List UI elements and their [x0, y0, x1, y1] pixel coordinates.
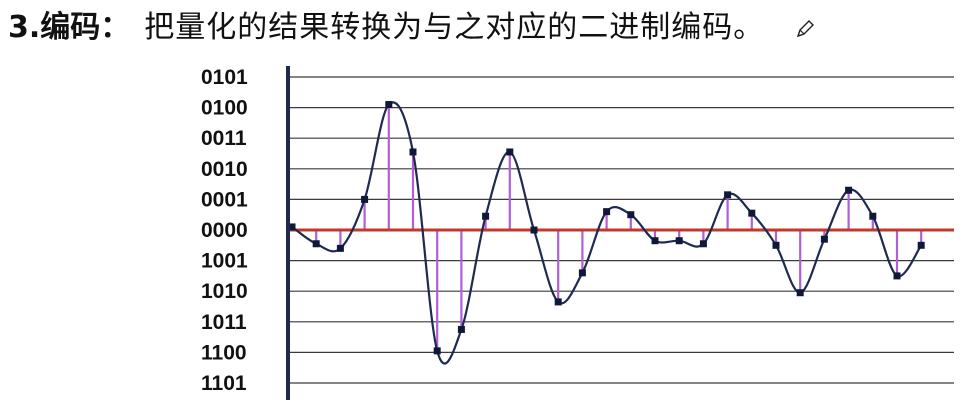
analog-signal-curve	[291, 101, 923, 365]
signal-curve	[291, 101, 923, 365]
y-tick-label: 0000	[201, 219, 248, 242]
sample-point	[457, 325, 465, 333]
sample-point	[845, 186, 853, 194]
sample-point	[820, 235, 828, 243]
sample-point	[917, 241, 925, 249]
sample-point	[627, 211, 635, 219]
y-tick-label: 1010	[201, 280, 248, 303]
sample-point	[796, 289, 804, 297]
sample-point	[433, 347, 441, 355]
y-tick-label: 1101	[201, 372, 247, 395]
sample-point	[675, 237, 683, 245]
y-tick-label: 1001	[201, 250, 248, 273]
y-tick-label: 0010	[201, 158, 248, 181]
sample-point	[772, 241, 780, 249]
sample-point	[578, 269, 586, 277]
sample-point	[699, 240, 707, 248]
encoding-chart: 0101 0100 0011 0010 0001 0000 1001 1010 1011 1100…	[201, 66, 954, 400]
y-tick-label: 0100	[201, 97, 248, 120]
sample-point	[748, 209, 756, 217]
sample-point	[603, 208, 611, 216]
y-tick-label: 1011	[201, 311, 247, 334]
sample-point	[482, 212, 490, 220]
sample-point	[312, 240, 320, 248]
y-tick-label: 1100	[201, 341, 247, 364]
y-tick-label: 0011	[201, 127, 247, 150]
y-tick-label: 0101	[201, 66, 248, 89]
sample-point	[893, 272, 901, 280]
sample-point	[336, 244, 344, 252]
sample-point	[530, 226, 538, 234]
sample-point	[554, 298, 562, 306]
sample-point	[409, 148, 417, 156]
sample-point	[361, 195, 369, 203]
y-tick-labels: 0101 0100 0011 0010 0001 0000 1001 1010 1011 1100…	[201, 66, 248, 395]
sample-stems	[290, 104, 923, 351]
sample-point	[869, 212, 877, 220]
sample-point	[651, 237, 659, 245]
sample-point	[506, 148, 514, 156]
y-tick-label: 0001	[201, 188, 248, 211]
sample-point	[724, 191, 732, 199]
sample-point	[385, 101, 393, 109]
